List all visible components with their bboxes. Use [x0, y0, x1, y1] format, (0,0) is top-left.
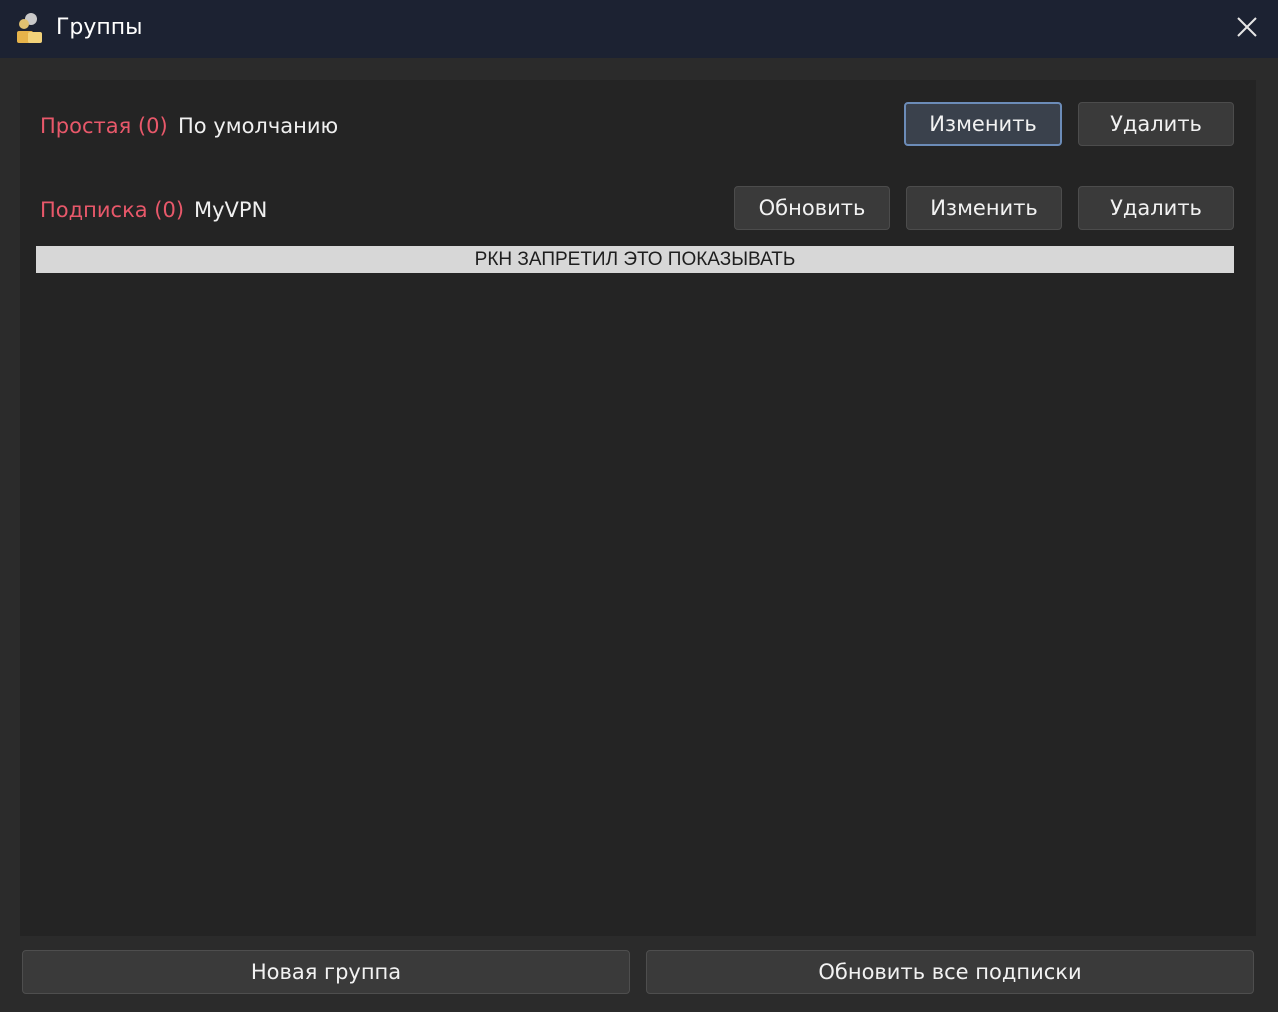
- window-title: Группы: [56, 15, 143, 40]
- app-people-icon: [14, 11, 46, 45]
- edit-group-button[interactable]: Изменить: [904, 102, 1062, 146]
- title-bar: Группы: [0, 0, 1278, 58]
- delete-group-button[interactable]: Удалить: [1078, 186, 1234, 230]
- delete-group-button[interactable]: Удалить: [1078, 102, 1234, 146]
- group-name: MyVPN: [194, 198, 268, 222]
- group-type-label: Подписка (0): [40, 198, 185, 222]
- edit-group-button[interactable]: Изменить: [906, 186, 1062, 230]
- group-row-myvpn: Подписка (0) MyVPN Обновить Изменить Уда…: [20, 186, 1256, 232]
- censor-banner: РКН ЗАПРЕТИЛ ЭТО ПОКАЗЫВАТЬ: [36, 246, 1234, 273]
- group-name: По умолчанию: [178, 114, 339, 138]
- close-button[interactable]: [1216, 0, 1278, 58]
- group-row-default: Простая (0) По умолчанию Изменить Удалит…: [20, 102, 1256, 148]
- close-icon: [1236, 16, 1258, 42]
- update-subscription-button[interactable]: Обновить: [734, 186, 890, 230]
- new-group-button[interactable]: Новая группа: [22, 950, 630, 994]
- groups-list: Простая (0) По умолчанию Изменить Удалит…: [20, 80, 1256, 936]
- group-type-label: Простая (0): [40, 114, 168, 138]
- update-all-subscriptions-button[interactable]: Обновить все подписки: [646, 950, 1254, 994]
- groups-dialog: Группы Простая (0) По умолчанию Изменить…: [0, 0, 1278, 1012]
